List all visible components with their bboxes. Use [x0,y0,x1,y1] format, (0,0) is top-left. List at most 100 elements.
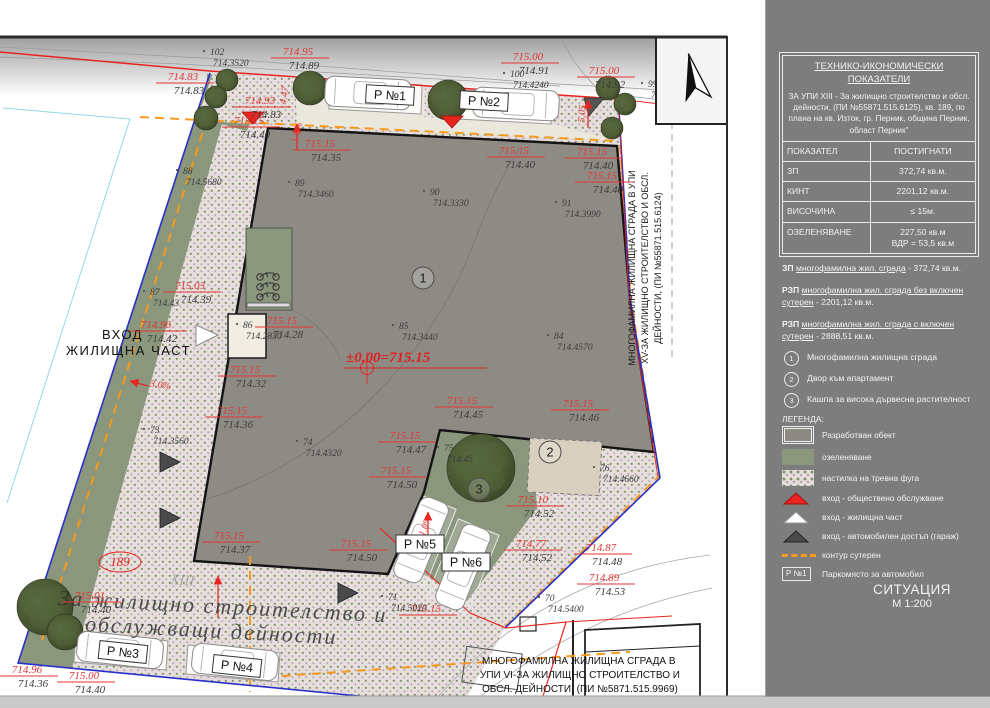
note-zp: ЗП многофамилна жил. сграда - 372,74 кв.… [782,262,978,274]
table-title-line2: ПОКАЗАТЕЛИ [848,74,911,85]
legend: Разработван обект озеленяване настилка н… [782,426,982,586]
svg-text:715.15: 715.15 [234,115,265,127]
svg-text:715.01: 715.01 [75,590,105,602]
tree-icon [614,93,636,115]
plan-drawing: ±0.00=715.15 ВХОД ЖИЛИЩНА ЧАСТ За жилищн… [0,0,765,708]
note-term: ЗП [782,263,794,273]
row-value: 2201,12 кв.м. [871,182,975,201]
tree-icon [194,106,218,130]
paving-swatch [782,470,814,486]
svg-text:90: 90 [430,188,440,198]
svg-text:714.42: 714.42 [147,333,178,345]
legend-item-green: озеленяване [782,449,982,465]
svg-text:714.36: 714.36 [18,678,49,690]
svg-text:714.96: 714.96 [141,319,172,331]
col-header-indicator: ПОКАЗАТЕЛ [783,142,871,161]
row-value: 227,50 кв.м ВДР = 53,5 кв.м [871,223,975,253]
note-rest: - 372,74 кв.м. [906,263,961,273]
note-rzp2: РЗП многофамилна жил. сграда с включен с… [782,318,978,342]
note-rest: - 2888,51 кв.м. [814,331,874,341]
neighbor-right-label: МНОГОФАМИЛНА ЖИЛИЩНА СГРАДА В УПИ XV-ЗА … [627,170,663,365]
svg-text:Р №2: Р №2 [468,94,501,110]
note-term: РЗП [782,319,799,329]
number-marker: 1 [412,267,434,289]
svg-text:85: 85 [399,322,409,332]
svg-text:715.00: 715.00 [589,65,620,77]
tree-icon [293,71,327,105]
svg-text:714.37: 714.37 [220,544,251,556]
svg-text:100: 100 [510,70,525,80]
svg-text:86: 86 [243,321,253,331]
svg-text:Р №5: Р №5 [404,538,436,552]
col-header-achieved: ПОСТИГНАТИ [871,142,975,161]
svg-text:71: 71 [388,593,398,603]
svg-text:3: 3 [475,482,482,497]
svg-text:714.40: 714.40 [75,684,106,696]
svg-text:87: 87 [150,288,161,298]
svg-text:714.3990: 714.3990 [565,210,601,220]
table-title: ТЕХНИКО-ИКОНОМИЧЕСКИ ПОКАЗАТЕЛИ [783,56,975,89]
legend-label: озеленяване [822,452,872,463]
svg-text:714.4570: 714.4570 [557,343,593,353]
svg-text:102: 102 [210,48,225,58]
area-notes: ЗП многофамилна жил. сграда - 372,74 кв.… [782,262,978,352]
note-underline: многофамилна жил. сграда [796,263,906,273]
svg-text:2: 2 [546,445,553,460]
svg-text:714.4320: 714.4320 [306,449,342,459]
svg-text:714.5680: 714.5680 [186,178,222,188]
svg-text:ОБСЛ. ДЕЙНОСТИ, (ПИ №5871.515.: ОБСЛ. ДЕЙНОСТИ, (ПИ №5871.515.9969) [482,682,678,695]
svg-text:75: 75 [444,444,454,454]
table-row: ВИСОЧИНА ≤ 15м. [783,201,975,221]
svg-text:714.35: 714.35 [311,152,342,164]
legend-label: Разработван обект [822,430,896,441]
key-text: Двор към апартамент [807,373,893,384]
indicators-table: ТЕХНИКО-ИКОНОМИЧЕСКИ ПОКАЗАТЕЛИ ЗА УПИ X… [779,52,979,257]
neighbor-bottom-label: МНОГОФАМИЛНА ЖИЛИЩНА СГРАДА В УПИ VI-ЗА … [480,656,680,695]
key-text: Кашпа за висока дървесна растителност [807,394,970,405]
svg-text:714.95: 714.95 [283,46,314,58]
bottom-strip [0,696,765,708]
svg-text:714.83: 714.83 [174,85,205,97]
table-header-row: ПОКАЗАТЕЛ ПОСТИГНАТИ [783,141,975,161]
svg-text:715.15: 715.15 [381,465,412,477]
svg-text:715.15: 715.15 [390,430,421,442]
parking-spot-label: Р №1 [366,85,415,105]
key-circle-1: 1 [784,351,799,366]
table-title-line1: ТЕХНИКО-ИКОНОМИЧЕСКИ [815,61,944,72]
row-value: 372,74 кв.м. [871,162,975,181]
drawing-scale: М 1:200 [847,598,977,610]
svg-text:714.87: 714.87 [586,542,617,554]
svg-text:Р №1: Р №1 [374,88,407,104]
legend-item-residential-entrance: вход - жилищна част [782,510,982,524]
key-item-3: 3Кашпа за висока дървесна растителност [784,394,980,408]
info-panel: ТЕХНИКО-ИКОНОМИЧЕСКИ ПОКАЗАТЕЛИ ЗА УПИ X… [765,0,990,696]
svg-text:714.47: 714.47 [396,444,427,456]
svg-text:714.40: 714.40 [593,184,624,196]
svg-text:715.15: 715.15 [587,170,618,182]
svg-text:76: 76 [600,464,610,474]
svg-text:715.15: 715.15 [214,530,245,542]
svg-text:XV-ЗА ЖИЛИЩНО СТРОИТЕЛСТВО И О: XV-ЗА ЖИЛИЩНО СТРОИТЕЛСТВО И ОБСЛ. [640,172,650,364]
dark-triangle-icon [782,529,810,543]
row-value-line1: 227,50 кв.м [900,227,945,237]
developed-swatch [782,426,814,444]
svg-text:714.92: 714.92 [595,79,626,91]
sheet-margin [727,0,765,708]
svg-text:714.45: 714.45 [453,409,484,421]
svg-text:ЖИЛИЩНА ЧАСТ: ЖИЛИЩНА ЧАСТ [66,343,191,358]
drawing-title: СИТУАЦИЯ [847,582,977,597]
svg-text:74: 74 [303,438,313,448]
numbered-key: 1Многофамилна жилищна сграда 2Двор към а… [784,352,980,415]
row-label: ЗП [783,162,871,181]
greenery-swatch [782,449,814,465]
tree-icon [205,86,227,108]
svg-text:МНОГОФАМИЛНА ЖИЛИЩНА СГРАДА В: МНОГОФАМИЛНА ЖИЛИЩНА СГРАДА В [482,656,676,667]
svg-text:714.3560: 714.3560 [153,437,189,447]
note-rest: - 2201,12 кв.м. [814,297,874,307]
legend-label: вход - автомобилен достъп (гараж) [822,531,959,542]
svg-text:714.32: 714.32 [236,378,267,390]
svg-text:714.89: 714.89 [289,60,320,72]
svg-text:715.15: 715.15 [217,405,248,417]
svg-text:714.50: 714.50 [387,479,418,491]
drawing-title-block: СИТУАЦИЯ М 1:200 [847,582,977,610]
